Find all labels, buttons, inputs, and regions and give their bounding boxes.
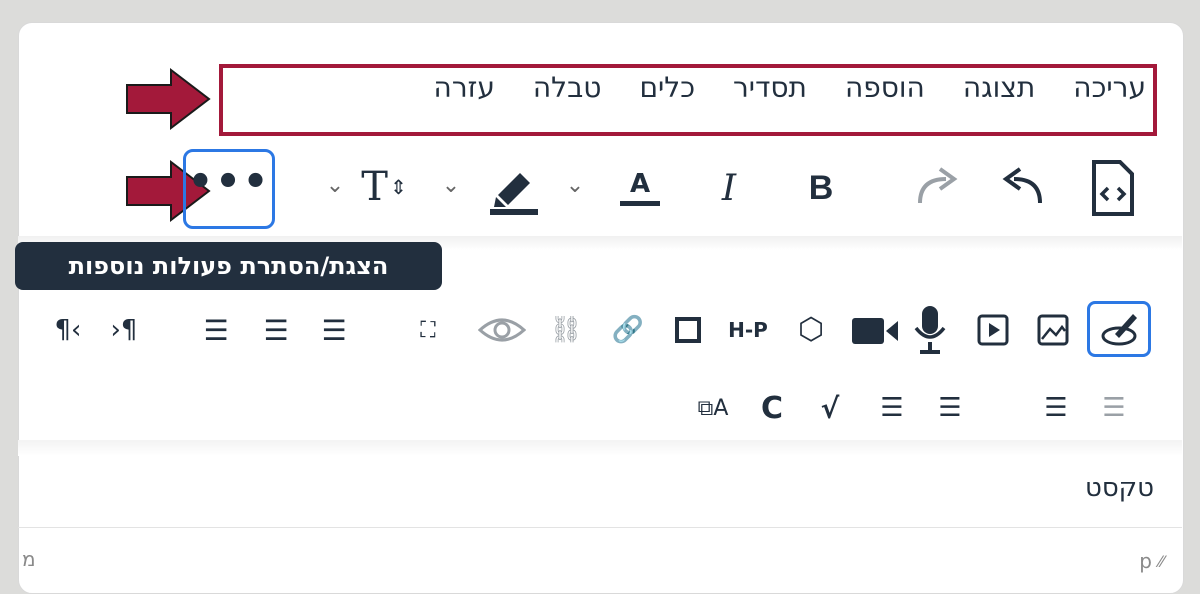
undo-icon[interactable] xyxy=(996,165,1050,209)
numbered-list-icon[interactable]: ☰ xyxy=(872,386,912,430)
toolbar-bottom-shadow xyxy=(18,440,1182,456)
square-icon[interactable] xyxy=(668,310,708,350)
bold-button[interactable]: B xyxy=(796,160,846,216)
chevron-down-icon[interactable]: ⌄ xyxy=(320,170,350,200)
video-camera-icon[interactable] xyxy=(850,316,900,346)
font-size-arrows-icon: ⇕ xyxy=(389,175,407,199)
align-center-icon[interactable]: ☰ xyxy=(256,310,296,350)
chevron-down-icon[interactable]: ⌄ xyxy=(560,170,590,200)
translate-icon[interactable]: ⧉A xyxy=(690,386,736,430)
link-icon[interactable]: 🔗 xyxy=(606,310,650,350)
ltr-direction-icon[interactable]: ¶‹ xyxy=(48,310,88,350)
drawing-pen-icon xyxy=(1101,314,1137,346)
statusbar-left-text: מ xyxy=(22,547,36,571)
menubar-highlight-box xyxy=(219,64,1157,136)
statusbar-path: p xyxy=(1139,549,1152,573)
font-size-button[interactable]: T ⇕ xyxy=(354,160,414,214)
italic-button[interactable]: I xyxy=(704,160,754,216)
lego-brick-icon[interactable]: ⬡ xyxy=(786,306,836,352)
align-right-icon[interactable]: ☰ xyxy=(196,310,236,350)
preview-eye-icon[interactable] xyxy=(478,312,526,348)
highlight-color-icon[interactable] xyxy=(486,165,542,217)
align-left-icon[interactable]: ☰ xyxy=(314,310,354,350)
microphone-icon[interactable] xyxy=(912,304,948,356)
chevron-down-icon[interactable]: ⌄ xyxy=(436,170,466,200)
source-code-icon[interactable] xyxy=(1088,158,1138,218)
left-edge xyxy=(0,0,7,581)
outdent-icon[interactable]: ☰ xyxy=(1036,386,1076,430)
unlink-icon[interactable]: ⛓ xyxy=(544,310,588,350)
font-size-icon: T xyxy=(361,164,388,210)
indent-icon[interactable]: ☰ xyxy=(1094,386,1134,430)
bullet-list-icon[interactable]: ☰ xyxy=(930,386,970,430)
text-color-bar xyxy=(620,200,660,206)
redo-icon[interactable] xyxy=(910,165,964,209)
text-color-icon: A xyxy=(629,168,651,199)
text-color-button[interactable]: A xyxy=(615,160,665,216)
tooltip: הצגת/הסתרת פעולות נוספות xyxy=(15,242,442,290)
resize-handle-icon[interactable]: ⁄⁄ xyxy=(1159,552,1164,571)
more-actions-button[interactable]: ••• xyxy=(183,149,275,229)
h5p-icon[interactable]: H-P xyxy=(722,310,774,350)
fullscreen-icon[interactable]: ⛶ xyxy=(408,310,448,350)
arrow-right-icon xyxy=(126,68,211,130)
rtl-direction-icon[interactable]: ›¶ xyxy=(104,310,144,350)
image-icon[interactable] xyxy=(1036,313,1070,347)
statusbar-divider xyxy=(18,527,1182,528)
cite-icon[interactable]: C xyxy=(752,386,792,430)
math-root-icon[interactable]: √ xyxy=(810,386,850,430)
media-play-icon[interactable] xyxy=(976,313,1010,347)
more-dots-icon: ••• xyxy=(187,159,271,205)
editor-content-text[interactable]: טקסט xyxy=(1085,473,1154,503)
